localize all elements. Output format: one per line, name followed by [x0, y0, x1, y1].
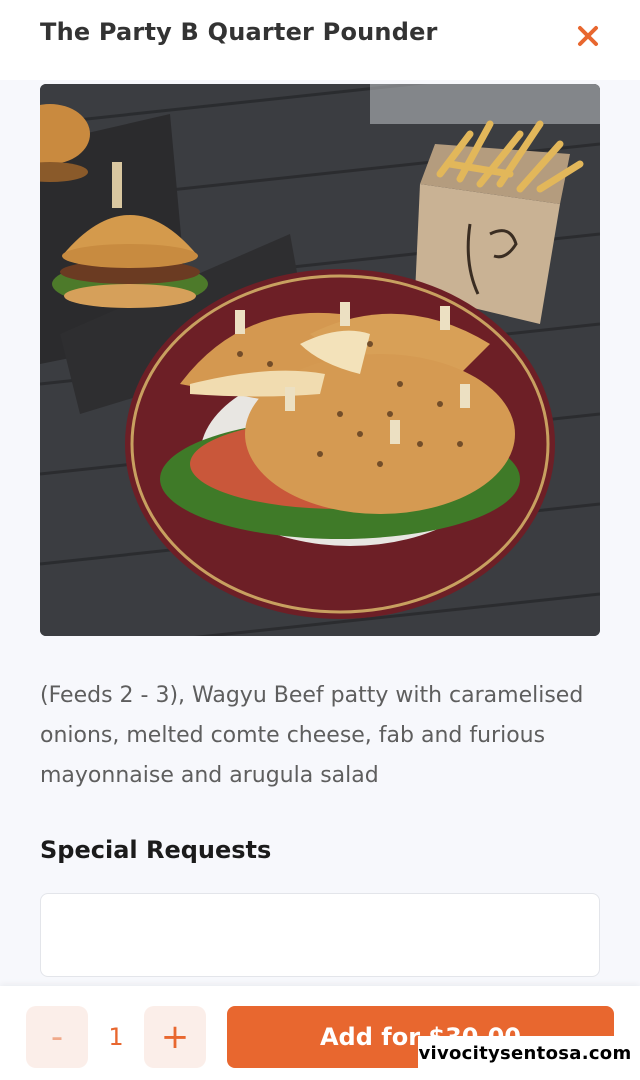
- increase-quantity-button[interactable]: +: [144, 1006, 206, 1068]
- product-description: (Feeds 2 - 3), Wagyu Beef patty with car…: [40, 683, 584, 788]
- close-icon: [578, 26, 598, 46]
- decrease-quantity-button[interactable]: -: [26, 1006, 88, 1068]
- watermark: vivocitysentosa.com: [418, 1036, 632, 1070]
- special-requests-heading: Special Requests: [40, 836, 272, 864]
- special-requests-input[interactable]: [40, 893, 600, 977]
- food-photo-icon: [40, 84, 600, 636]
- product-image: [40, 84, 600, 636]
- quantity-value: 1: [108, 1023, 124, 1051]
- modal-header: The Party B Quarter Pounder: [0, 0, 640, 80]
- close-button[interactable]: [572, 20, 604, 52]
- page-title: The Party B Quarter Pounder: [40, 18, 438, 46]
